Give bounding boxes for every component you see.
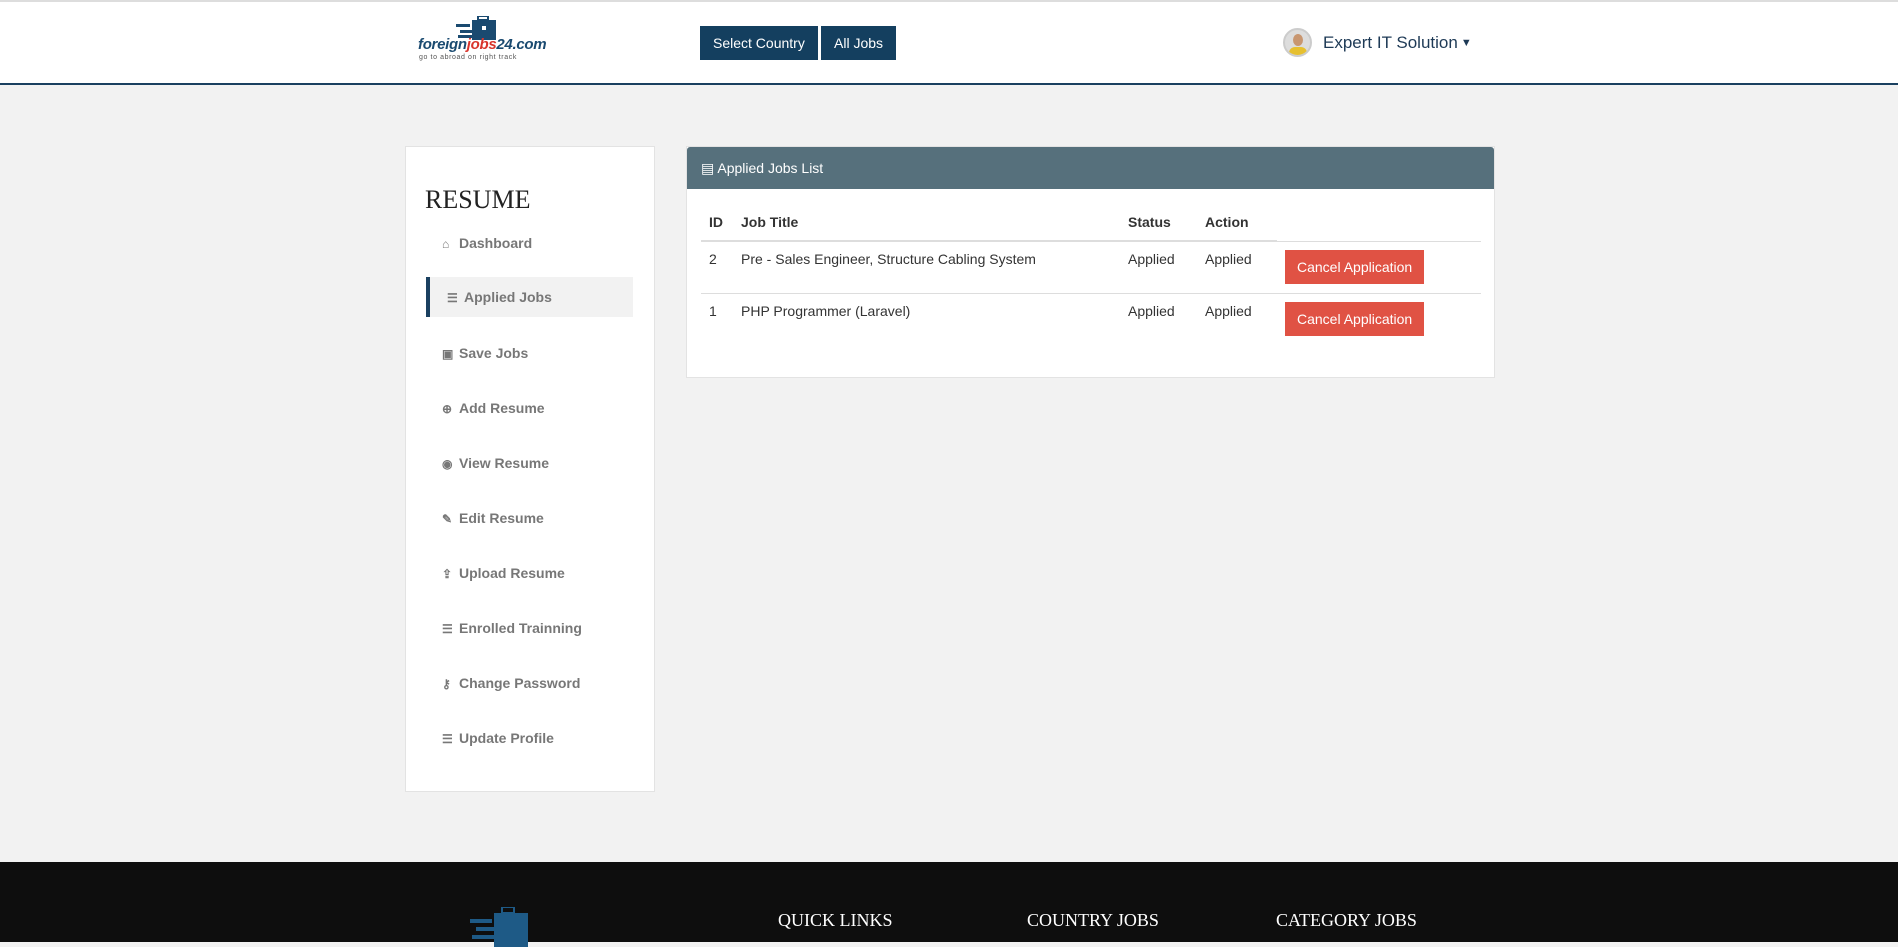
eye-icon: ◉ [442, 457, 453, 471]
plus-circle-icon: ⊕ [442, 402, 453, 416]
footer-briefcase-logo-icon [470, 907, 528, 947]
site-header: foreignjobs24.com go to abroad on right … [0, 2, 1898, 85]
footer-heading-quick-links: QUICK LINKS [778, 910, 893, 930]
cell-action: Applied [1205, 302, 1252, 319]
table-row: 1 PHP Programmer (Laravel) Applied Appli… [701, 293, 1481, 345]
col-blank [1277, 203, 1481, 242]
upload-icon: ⇪ [442, 567, 453, 581]
resume-sidebar: RESUME ⌂ Dashboard ☰ Applied Jobs ▣ Save Jo… [405, 146, 655, 792]
table-header-row: ID Job Title Status Action [701, 203, 1481, 242]
panel-header: ▤ Applied Jobs List [687, 147, 1494, 189]
list-alt-icon: ▤ [701, 160, 715, 176]
logo-text: foreignjobs24.com [418, 36, 547, 53]
all-jobs-button[interactable]: All Jobs [821, 26, 897, 60]
user-menu[interactable]: Expert IT Solution ▼ [1283, 28, 1472, 57]
cancel-application-button[interactable]: Cancel Application [1285, 301, 1425, 336]
sidebar-item-save-jobs[interactable]: ▣ Save Jobs [426, 333, 633, 373]
sidebar-item-enrolled-trainning[interactable]: ☰ Enrolled Trainning [426, 608, 633, 648]
col-action: Action [1197, 203, 1277, 242]
sidebar-item-upload-resume[interactable]: ⇪ Upload Resume [426, 553, 633, 593]
list-icon: ☰ [447, 291, 458, 305]
cell-id: 2 [701, 241, 733, 294]
sidebar-item-label: Upload Resume [459, 565, 565, 581]
sidebar-item-label: Dashboard [459, 235, 533, 251]
key-icon: ⚷ [442, 677, 451, 691]
cell-status: Applied [1128, 302, 1175, 319]
cell-action: Applied [1197, 241, 1277, 294]
sidebar-item-label: Change Password [459, 675, 581, 691]
select-country-button[interactable]: Select Country [700, 26, 818, 60]
cell-button: Cancel Application [1277, 293, 1481, 345]
caret-down-icon: ▼ [1460, 36, 1472, 49]
site-footer: QUICK LINKS COUNTRY JOBS CATEGORY JOBS [0, 862, 1898, 947]
cell-job-title: PHP Programmer (Laravel) [741, 302, 911, 319]
applied-jobs-panel: ▤ Applied Jobs List ID Job Title Status … [686, 146, 1495, 378]
cell-job-title: Pre - Sales Engineer, Structure Cabling … [733, 241, 1120, 294]
sidebar-item-label: Enrolled Trainning [459, 620, 582, 636]
sidebar-item-add-resume[interactable]: ⊕ Add Resume [426, 388, 633, 428]
home-icon: ⌂ [442, 237, 450, 251]
footer-heading-category-jobs: CATEGORY JOBS [1276, 910, 1417, 930]
sidebar-item-label: Save Jobs [459, 345, 529, 361]
logo-tagline: go to abroad on right track [419, 54, 517, 61]
sidebar-item-update-profile[interactable]: ☰ Update Profile [426, 718, 633, 758]
sidebar-item-dashboard[interactable]: ⌂ Dashboard [426, 223, 633, 263]
site-logo[interactable]: foreignjobs24.com go to abroad on right … [418, 16, 547, 66]
applied-jobs-table: ID Job Title Status Action 2 Pre - Sales… [701, 203, 1481, 345]
list-icon: ☰ [442, 622, 453, 636]
col-status: Status [1120, 203, 1197, 242]
sidebar-title: RESUME [425, 185, 531, 214]
sidebar-item-applied-jobs[interactable]: ☰ Applied Jobs [426, 277, 633, 317]
save-icon: ▣ [442, 347, 454, 361]
sidebar-item-label: Update Profile [459, 730, 554, 746]
avatar [1283, 28, 1312, 57]
sidebar-item-label: Applied Jobs [464, 289, 552, 305]
col-id: ID [701, 203, 733, 242]
cell-status: Applied [1120, 241, 1197, 294]
table-row: 2 Pre - Sales Engineer, Structure Cablin… [701, 241, 1481, 294]
panel-title: Applied Jobs List [717, 160, 824, 176]
sidebar-item-label: Edit Resume [459, 510, 544, 526]
sidebar-item-change-password[interactable]: ⚷ Change Password [426, 663, 633, 703]
list-icon: ☰ [442, 732, 453, 746]
sidebar-item-label: View Resume [459, 455, 550, 471]
edit-icon: ✎ [442, 512, 453, 526]
user-name: Expert IT Solution [1323, 32, 1458, 52]
col-job-title: Job Title [733, 203, 1120, 242]
footer-heading-country-jobs: COUNTRY JOBS [1027, 910, 1159, 930]
sidebar-item-label: Add Resume [459, 400, 545, 416]
sidebar-item-view-resume[interactable]: ◉ View Resume [426, 443, 633, 483]
cell-button: Cancel Application [1277, 241, 1481, 294]
cancel-application-button[interactable]: Cancel Application [1285, 249, 1425, 284]
cell-id: 1 [709, 302, 717, 319]
sidebar-item-edit-resume[interactable]: ✎ Edit Resume [426, 498, 633, 538]
